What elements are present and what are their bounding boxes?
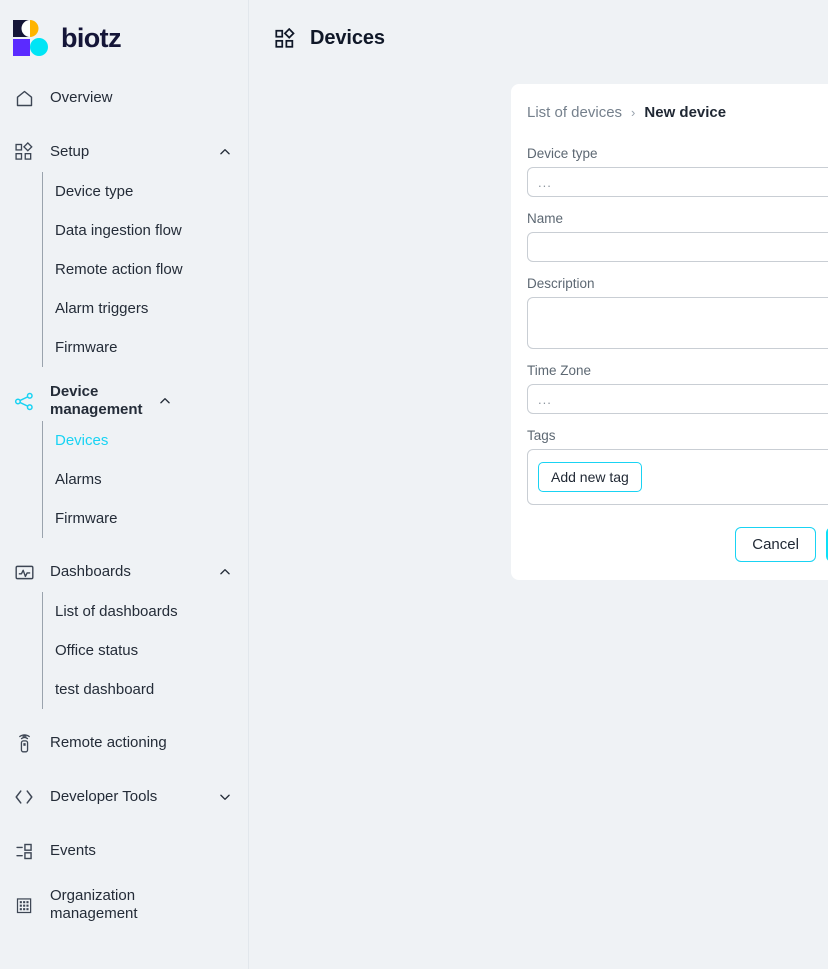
sidebar-item-devices[interactable]: Devices bbox=[55, 421, 248, 460]
list-events-icon bbox=[12, 839, 36, 863]
breadcrumb: List of devices › New device bbox=[527, 104, 828, 121]
main-content: Devices List of devices › New device Dev… bbox=[249, 0, 828, 969]
biotz-logo-icon bbox=[13, 20, 49, 56]
breadcrumb-parent-link[interactable]: List of devices bbox=[527, 104, 622, 121]
home-icon bbox=[12, 86, 36, 110]
sidebar-item-alarms[interactable]: Alarms bbox=[55, 460, 248, 499]
device-type-select[interactable]: ... bbox=[527, 167, 828, 197]
label-time-zone: Time Zone bbox=[527, 363, 592, 378]
sidebar-submenu-setup: Device type Data ingestion flow Remote a… bbox=[42, 172, 248, 367]
sidebar-item-data-ingestion-flow[interactable]: Data ingestion flow bbox=[55, 211, 248, 250]
time-zone-selected-value: ... bbox=[538, 391, 552, 407]
name-input[interactable] bbox=[527, 232, 828, 262]
sidebar-item-organization-management[interactable]: Organization management bbox=[0, 885, 248, 925]
chart-monitor-icon bbox=[12, 560, 36, 584]
code-brackets-icon bbox=[12, 785, 36, 809]
page-header: Devices bbox=[249, 0, 828, 60]
field-tags: Tags Add new tag bbox=[527, 428, 828, 505]
building-icon bbox=[12, 893, 36, 917]
form-actions: Cancel Save bbox=[527, 527, 828, 563]
device-type-selected-value: ... bbox=[538, 174, 552, 190]
squares-diamond-icon bbox=[273, 27, 297, 51]
sidebar-label-organization-management: Organization management bbox=[50, 887, 138, 922]
field-time-zone: Time Zone ... bbox=[527, 363, 828, 414]
breadcrumb-separator-icon: › bbox=[631, 105, 636, 120]
label-description: Description bbox=[527, 276, 595, 291]
breadcrumb-current: New device bbox=[644, 104, 727, 121]
sidebar: biotz Overview Setup Device type Data in… bbox=[0, 0, 249, 969]
tags-container[interactable]: Add new tag bbox=[527, 449, 828, 505]
label-tags: Tags bbox=[527, 428, 556, 443]
device-type-select-wrap: ... bbox=[527, 167, 828, 197]
label-name: Name bbox=[527, 211, 564, 226]
page-title: Devices bbox=[310, 27, 385, 49]
sidebar-item-device-type[interactable]: Device type bbox=[55, 172, 248, 211]
chevron-down-icon-developer-tools[interactable] bbox=[218, 790, 232, 804]
squares-diamond-icon bbox=[12, 140, 36, 164]
sidebar-label-setup: Setup bbox=[50, 143, 90, 160]
sidebar-item-setup[interactable]: Setup bbox=[0, 132, 248, 172]
field-device-type: Device type ... bbox=[527, 146, 828, 197]
cancel-button[interactable]: Cancel bbox=[735, 527, 816, 563]
sidebar-label-events: Events bbox=[50, 842, 96, 859]
chevron-up-icon-device-management[interactable] bbox=[158, 394, 172, 408]
field-name: Name bbox=[527, 211, 828, 262]
sidebar-label-developer-tools: Developer Tools bbox=[50, 788, 158, 805]
sidebar-label-remote-actioning: Remote actioning bbox=[50, 734, 167, 751]
sidebar-item-office-status[interactable]: Office status bbox=[55, 631, 248, 670]
sidebar-item-firmware-device[interactable]: Firmware bbox=[55, 499, 248, 538]
sidebar-label-overview: Overview bbox=[50, 89, 113, 106]
remote-control-icon bbox=[12, 731, 36, 755]
chevron-up-icon-dashboards[interactable] bbox=[218, 565, 232, 579]
brand-logo[interactable]: biotz bbox=[0, 0, 248, 62]
sidebar-item-events[interactable]: Events bbox=[0, 831, 248, 871]
sidebar-item-list-of-dashboards[interactable]: List of dashboards bbox=[55, 592, 248, 631]
sidebar-nav: Overview Setup Device type Data ingestio… bbox=[0, 62, 248, 925]
sidebar-item-device-management[interactable]: Device management bbox=[0, 381, 248, 421]
time-zone-select[interactable]: ... bbox=[527, 384, 828, 414]
app-root: biotz Overview Setup Device type Data in… bbox=[0, 0, 828, 969]
sidebar-submenu-dashboards: List of dashboards Office status test da… bbox=[42, 592, 248, 709]
sidebar-label-dashboards: Dashboards bbox=[50, 563, 131, 580]
sidebar-item-test-dashboard[interactable]: test dashboard bbox=[55, 670, 248, 709]
label-device-type: Device type bbox=[527, 146, 598, 161]
sidebar-item-alarm-triggers[interactable]: Alarm triggers bbox=[55, 289, 248, 328]
new-device-card: List of devices › New device Device type… bbox=[511, 84, 828, 581]
sidebar-item-firmware-setup[interactable]: Firmware bbox=[55, 328, 248, 367]
description-textarea[interactable] bbox=[527, 297, 828, 349]
sidebar-item-developer-tools[interactable]: Developer Tools bbox=[0, 777, 248, 817]
sidebar-item-remote-actioning[interactable]: Remote actioning bbox=[0, 723, 248, 763]
brand-name: biotz bbox=[61, 22, 122, 53]
field-description: Description bbox=[527, 276, 828, 349]
add-new-tag-button[interactable]: Add new tag bbox=[538, 461, 642, 493]
sidebar-item-dashboards[interactable]: Dashboards bbox=[0, 552, 248, 592]
time-zone-select-wrap: ... bbox=[527, 384, 828, 414]
share-nodes-icon bbox=[12, 389, 36, 413]
sidebar-item-overview[interactable]: Overview bbox=[0, 78, 248, 118]
chevron-up-icon-setup[interactable] bbox=[218, 145, 232, 159]
sidebar-label-device-management: Device management bbox=[50, 383, 143, 418]
sidebar-item-remote-action-flow[interactable]: Remote action flow bbox=[55, 250, 248, 289]
sidebar-submenu-device-management: Devices Alarms Firmware bbox=[42, 421, 248, 538]
